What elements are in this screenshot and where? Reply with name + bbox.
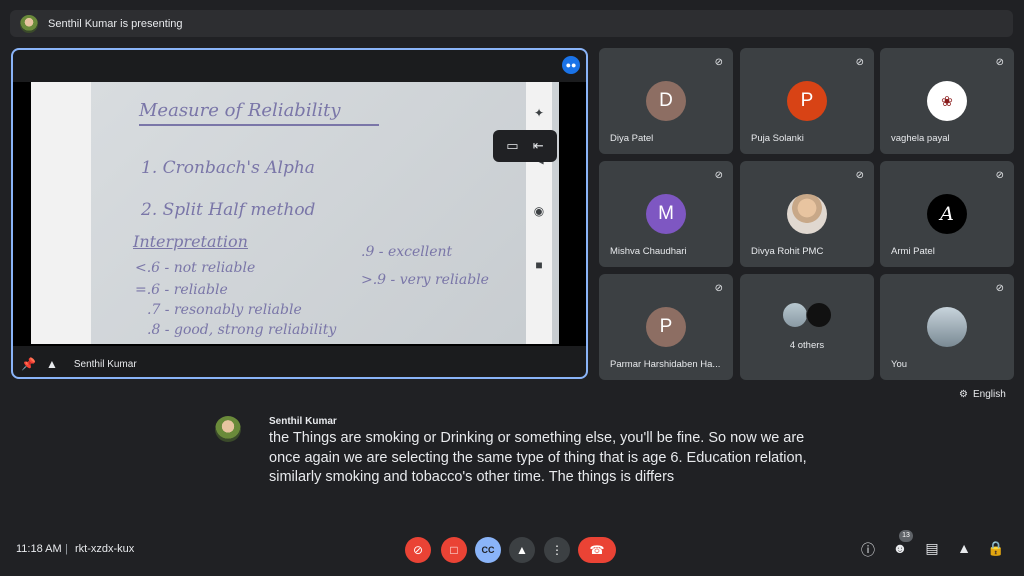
captions-button[interactable]: CC	[475, 537, 501, 563]
notes-line-2: 2. Split Half method	[141, 200, 316, 220]
recents-icon: ■	[535, 258, 543, 272]
presenting-text: Senthil Kumar is presenting	[48, 17, 183, 30]
caption-text: the Things are smoking or Drinking or so…	[269, 430, 807, 485]
notes-title: Measure of Reliability	[139, 100, 341, 121]
participant-tile[interactable]: ⊘ ❀ vaghela payal	[880, 48, 1014, 154]
participant-name: Mishva Chaudhari	[610, 246, 687, 257]
participant-name: You	[891, 359, 908, 370]
notes-line-1: 1. Cronbach's Alpha	[141, 158, 315, 178]
avatar: D	[646, 81, 686, 121]
speaking-indicator-icon: ●●	[562, 56, 580, 74]
mic-off-icon: ⊘	[412, 543, 424, 557]
exit-icon[interactable]: ⇤	[533, 138, 544, 154]
notes-right-a: .9 - excellent	[361, 244, 453, 260]
mic-off-icon: ⊘	[995, 57, 1004, 68]
presenter-avatar	[20, 14, 38, 33]
people-icon[interactable]: ☻	[891, 540, 909, 556]
participant-name: Diya Patel	[610, 133, 654, 144]
self-tile[interactable]: ⊘ You	[880, 274, 1014, 380]
caption-language-button[interactable]: ⚙ English	[959, 389, 1006, 400]
stage-presenter-name: Senthil Kumar	[73, 358, 137, 370]
more-vert-icon: ⋮	[551, 543, 563, 557]
accessibility-icon: ✦	[533, 106, 545, 120]
participant-name: vaghela payal	[891, 133, 950, 144]
present-button[interactable]: ▲	[509, 537, 535, 563]
present-screen-icon: ▲	[516, 543, 528, 557]
shared-screen: Measure of Reliability 1. Cronbach's Alp…	[13, 82, 586, 346]
notes-right-b: >.9 - very reliable	[361, 272, 489, 288]
bottom-toolbar: 11:18 AM | rkt-xzdx-kux ⊘ □ CC ▲ ⋮ ☎ ⓘ ☻…	[0, 530, 1024, 568]
participant-tile[interactable]: ⊘ D Diya Patel	[599, 48, 733, 154]
pin-icon[interactable]: 📌	[21, 357, 36, 371]
others-count: 4 others	[789, 340, 825, 351]
title-underline	[139, 124, 379, 126]
caption-speaker-avatar	[215, 416, 241, 442]
avatar: M	[646, 194, 686, 234]
caption-language-label: English	[972, 389, 1006, 400]
host-controls-icon[interactable]: 🔒	[987, 540, 1005, 557]
participant-tile[interactable]: ⊘ P Puja Solanki	[740, 48, 874, 154]
mic-off-icon: ⊘	[995, 170, 1004, 181]
participant-tile[interactable]: ⊘ P Parmar Harshidaben Ha...	[599, 274, 733, 380]
avatar-image	[782, 302, 808, 328]
mic-off-icon: ⊘	[995, 283, 1004, 294]
participant-name: Puja Solanki	[751, 133, 804, 144]
avatar: P	[787, 81, 827, 121]
camera-toggle-button[interactable]: □	[441, 537, 467, 563]
mic-toggle-button[interactable]: ⊘	[405, 537, 431, 563]
meeting-time: 11:18 AM	[16, 543, 62, 555]
separator: |	[65, 543, 68, 555]
avatar-image	[806, 302, 832, 328]
chat-icon[interactable]: ▤	[923, 540, 941, 557]
phone-nav-bar: ✦ ◀ ◉ ■	[526, 82, 552, 344]
more-options-button[interactable]: ⋮	[544, 537, 570, 563]
home-icon: ◉	[533, 204, 545, 218]
hang-up-icon: ☎	[589, 543, 605, 557]
meeting-code: rkt-xzdx-kux	[75, 543, 135, 555]
participant-tile[interactable]: ⊘ M Mishva Chaudhari	[599, 161, 733, 267]
shared-screen-content: Measure of Reliability 1. Cronbach's Alp…	[31, 82, 559, 344]
presentation-float-controls: ▭ ⇤	[493, 130, 557, 162]
notes-left-a: <.6 - not reliable	[135, 260, 256, 276]
mic-off-icon: ⊘	[714, 57, 723, 68]
notes-left-c: .7 - resonably reliable	[147, 302, 302, 318]
camera-off-icon: □	[450, 543, 458, 557]
mic-off-icon: ⊘	[855, 170, 864, 181]
avatar: A	[927, 194, 967, 234]
avatar: P	[646, 307, 686, 347]
closed-caption-icon: CC	[481, 545, 495, 555]
caption-speaker-name: Senthil Kumar	[269, 416, 337, 427]
avatar-image: ❀	[927, 81, 967, 121]
notes-left-b: =.6 - reliable	[135, 282, 228, 298]
activities-icon[interactable]: ▲	[955, 540, 973, 556]
avatar-image	[787, 194, 827, 234]
meeting-info-icon[interactable]: ⓘ	[859, 540, 877, 560]
screen-share-icon: ▲	[45, 357, 58, 371]
participant-name: Parmar Harshidaben Ha...	[610, 359, 721, 370]
people-count-badge: 13	[899, 530, 913, 542]
stage-footer: 📌 ▲ Senthil Kumar	[13, 357, 137, 371]
mic-off-icon: ⊘	[714, 170, 723, 181]
avatar-image	[927, 307, 967, 347]
mic-off-icon: ⊘	[714, 283, 723, 294]
participant-name: Divya Rohit PMC	[751, 246, 824, 257]
presentation-stage[interactable]: ●● Measure of Reliability 1. Cronbach's …	[11, 48, 588, 379]
others-tile[interactable]: 4 others	[740, 274, 874, 380]
mic-off-icon: ⊘	[855, 57, 864, 68]
presenting-banner: Senthil Kumar is presenting	[10, 10, 1013, 37]
notes-interpretation: Interpretation	[133, 232, 248, 251]
present-screen-icon[interactable]: ▭	[506, 138, 518, 154]
notes-left-d: .8 - good, strong reliability	[147, 322, 337, 338]
leave-call-button[interactable]: ☎	[578, 537, 616, 563]
participant-tile[interactable]: ⊘ Divya Rohit PMC	[740, 161, 874, 267]
participant-name: Armi Patel	[891, 246, 935, 257]
gear-icon: ⚙	[959, 389, 968, 400]
handwritten-notes: Measure of Reliability 1. Cronbach's Alp…	[91, 82, 559, 344]
participant-tile[interactable]: ⊘ A Armi Patel	[880, 161, 1014, 267]
